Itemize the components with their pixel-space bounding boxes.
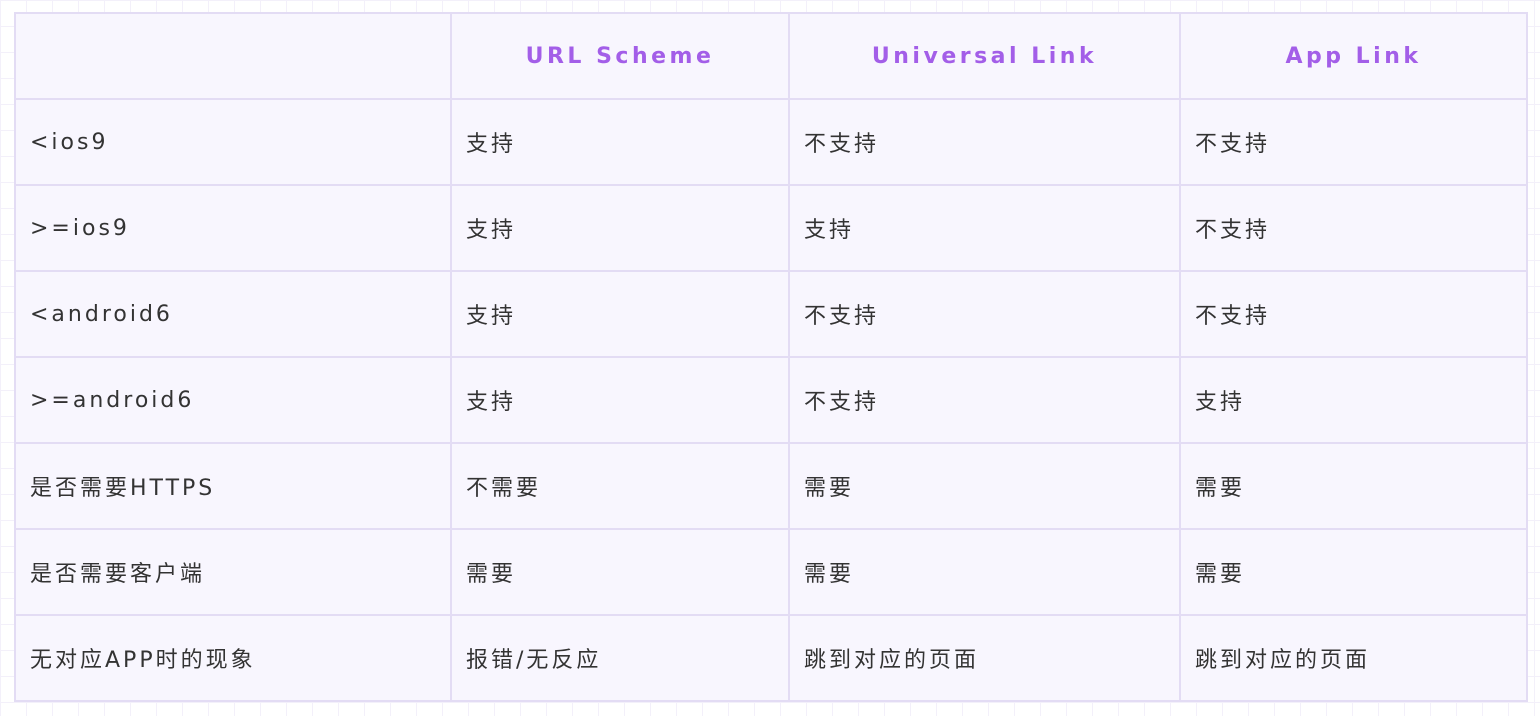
header-cell-universal-link: Universal Link: [788, 12, 1181, 100]
url-scheme-cell: 支持: [450, 270, 790, 358]
app-link-cell: 需要: [1179, 442, 1528, 530]
row-label-cell: <ios9: [14, 98, 452, 186]
comparison-table-container: URL Scheme Universal Link App Link <ios9…: [14, 12, 1528, 702]
universal-link-cell: 不支持: [788, 270, 1181, 358]
table-row: <ios9 支持 不支持 不支持: [14, 98, 1528, 186]
app-link-cell: 不支持: [1179, 98, 1528, 186]
url-scheme-cell: 报错/无反应: [450, 614, 790, 702]
table-row: 是否需要HTTPS 不需要 需要 需要: [14, 442, 1528, 530]
universal-link-cell: 跳到对应的页面: [788, 614, 1181, 702]
universal-link-cell: 需要: [788, 528, 1181, 616]
app-link-cell: 需要: [1179, 528, 1528, 616]
universal-link-cell: 支持: [788, 184, 1181, 272]
url-scheme-cell: 不需要: [450, 442, 790, 530]
app-link-cell: 不支持: [1179, 184, 1528, 272]
universal-link-cell: 需要: [788, 442, 1181, 530]
row-label-cell: 是否需要HTTPS: [14, 442, 452, 530]
app-link-cell: 不支持: [1179, 270, 1528, 358]
comparison-table: URL Scheme Universal Link App Link <ios9…: [14, 12, 1528, 702]
table-row: <android6 支持 不支持 不支持: [14, 270, 1528, 358]
table-row: 是否需要客户端 需要 需要 需要: [14, 528, 1528, 616]
row-label-cell: >=ios9: [14, 184, 452, 272]
url-scheme-cell: 需要: [450, 528, 790, 616]
url-scheme-cell: 支持: [450, 184, 790, 272]
row-label-cell: 是否需要客户端: [14, 528, 452, 616]
row-label-cell: >=android6: [14, 356, 452, 444]
row-label-cell: <android6: [14, 270, 452, 358]
header-cell-url-scheme: URL Scheme: [450, 12, 790, 100]
table-row: >=ios9 支持 支持 不支持: [14, 184, 1528, 272]
app-link-cell: 支持: [1179, 356, 1528, 444]
table-header-row: URL Scheme Universal Link App Link: [14, 12, 1528, 100]
table-row: >=android6 支持 不支持 支持: [14, 356, 1528, 444]
universal-link-cell: 不支持: [788, 98, 1181, 186]
url-scheme-cell: 支持: [450, 98, 790, 186]
header-cell-app-link: App Link: [1179, 12, 1528, 100]
universal-link-cell: 不支持: [788, 356, 1181, 444]
url-scheme-cell: 支持: [450, 356, 790, 444]
row-label-cell: 无对应APP时的现象: [14, 614, 452, 702]
header-cell-empty: [14, 12, 452, 100]
app-link-cell: 跳到对应的页面: [1179, 614, 1528, 702]
table-row: 无对应APP时的现象 报错/无反应 跳到对应的页面 跳到对应的页面: [14, 614, 1528, 702]
